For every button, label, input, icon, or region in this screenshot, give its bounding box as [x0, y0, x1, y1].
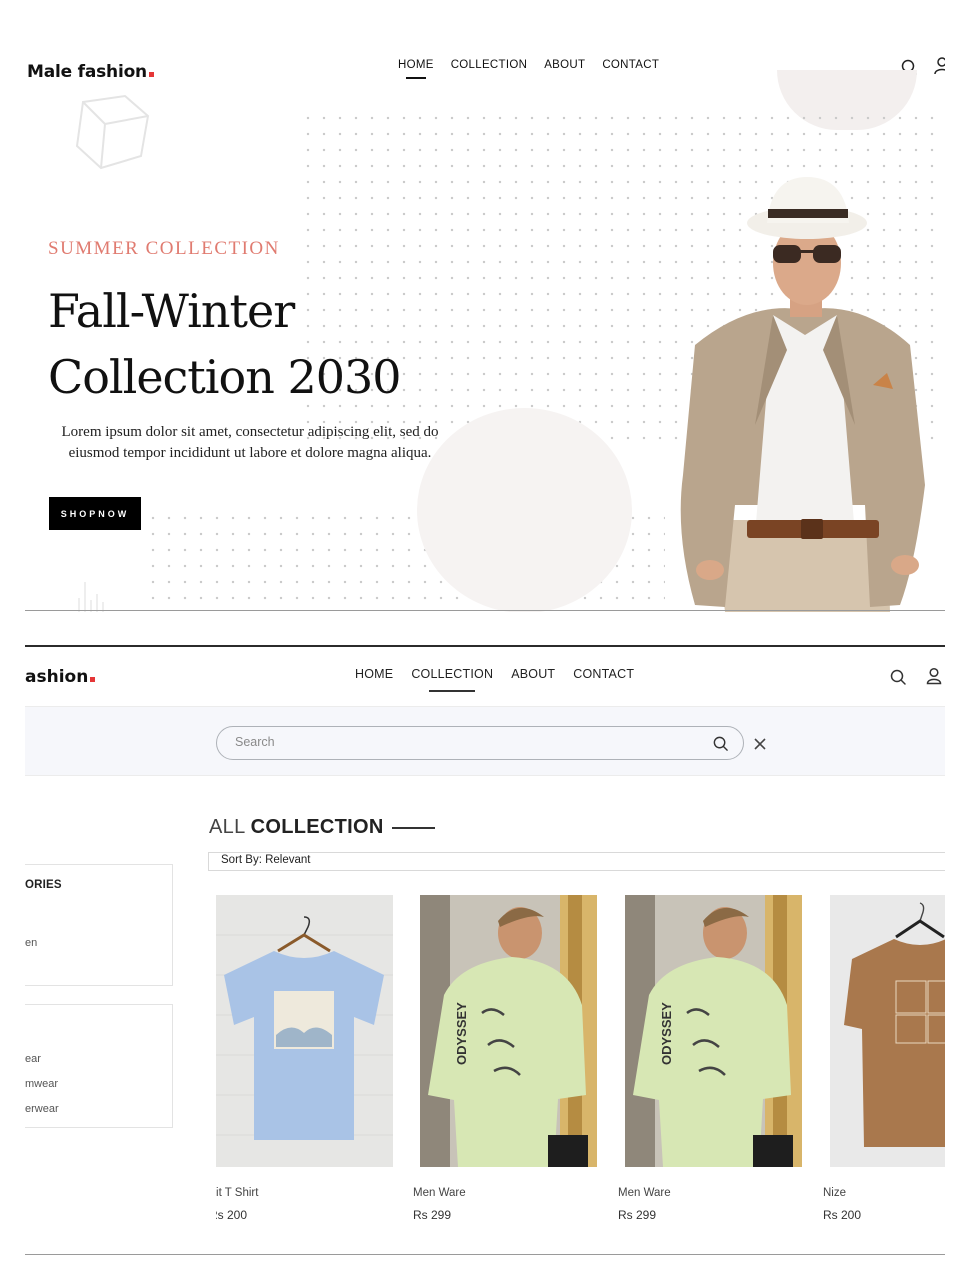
print-text: ODYSSEY	[659, 1002, 674, 1065]
print-text: ODYSSEY	[454, 1002, 469, 1065]
nav-collection[interactable]: COLLECTION	[411, 667, 493, 692]
close-icon[interactable]	[754, 738, 766, 750]
logo-dot	[90, 677, 96, 682]
product-image: ODYSSEY	[625, 895, 802, 1167]
sort-select[interactable]: Sort By: Relevant	[208, 852, 945, 871]
product-grid: Fit T Shirt Rs 200 ODYSSEY Men Ware Rs 2…	[216, 895, 945, 1225]
nav-home[interactable]: HOME	[355, 667, 393, 688]
product-card[interactable]: Nize Rs 200	[823, 895, 945, 1222]
product-card[interactable]: Fit T Shirt Rs 200	[216, 895, 393, 1222]
hero-title-line-2: Collection 2030	[48, 350, 402, 404]
product-price: Rs 200	[216, 1208, 248, 1222]
filters-sidebar: ORIES en ear mwear erwear	[25, 864, 173, 1128]
category-filter-box: ORIES en	[25, 864, 173, 986]
product-image	[216, 895, 393, 1167]
search-input[interactable]	[235, 735, 695, 749]
filter-option[interactable]: ear	[25, 1053, 41, 1065]
nav-about[interactable]: ABOUT	[511, 667, 555, 688]
nav-about[interactable]: ABOUT	[544, 59, 585, 77]
nav-home[interactable]: HOME	[398, 59, 434, 79]
hero-bottom-border	[25, 610, 945, 611]
brand-logo-cropped[interactable]: ashion	[25, 667, 96, 687]
nav-collection[interactable]: COLLECTION	[451, 59, 528, 77]
search-icon[interactable]	[712, 735, 729, 752]
filter-option[interactable]: en	[25, 937, 37, 949]
title-rule	[392, 827, 435, 829]
nav-contact[interactable]: CONTACT	[602, 59, 659, 77]
brand-logo[interactable]: Male fashion	[27, 62, 154, 82]
brand-name: Male fashion	[27, 62, 147, 82]
brand-name-partial: ashion	[25, 667, 89, 687]
product-image	[830, 895, 945, 1167]
product-image: ODYSSEY	[420, 895, 597, 1167]
collection-bottom-border	[25, 1254, 945, 1255]
collection-nav: HOME COLLECTION ABOUT CONTACT	[355, 667, 634, 692]
hero-kicker: SUMMER COLLECTION	[48, 238, 280, 259]
type-filter-box: ear mwear erwear	[25, 1004, 173, 1128]
section-title-light: ALL	[209, 816, 251, 838]
product-name: Fit T Shirt	[216, 1187, 259, 1199]
search-icon[interactable]	[889, 668, 907, 686]
product-name: Nize	[823, 1187, 847, 1199]
product-name: Men Ware	[413, 1187, 466, 1199]
main-nav: HOME COLLECTION ABOUT CONTACT	[398, 59, 659, 79]
filter-title: ORIES	[25, 879, 62, 891]
hero-description: Lorem ipsum dolor sit amet, consectetur …	[61, 424, 439, 461]
search-bar-section	[25, 706, 945, 776]
section-title: ALL COLLECTION	[209, 816, 384, 839]
hero-title: Fall-Winter Collection 2030	[48, 278, 402, 410]
product-price: Rs 200	[823, 1208, 862, 1222]
search-field[interactable]	[216, 726, 744, 760]
hero-section: Male fashion HOME COLLECTION ABOUT CONTA…	[25, 40, 945, 612]
hero-title-line-1: Fall-Winter	[48, 284, 295, 338]
nav-contact[interactable]: CONTACT	[573, 667, 634, 688]
filter-option[interactable]: mwear	[25, 1078, 58, 1090]
product-price: Rs 299	[413, 1208, 452, 1222]
shop-now-button[interactable]: SHOPNOW	[49, 497, 141, 530]
decor-lines	[78, 582, 104, 612]
user-icon[interactable]	[933, 57, 945, 75]
product-card[interactable]: ODYSSEY Men Ware Rs 299	[413, 895, 597, 1222]
product-card[interactable]: ODYSSEY Men Ware Rs 299	[618, 895, 802, 1222]
user-icon[interactable]	[925, 667, 943, 685]
section-title-bold: COLLECTION	[250, 816, 384, 838]
cube-outline-icon	[75, 94, 150, 170]
collection-top-border	[25, 645, 945, 647]
product-name: Men Ware	[618, 1187, 671, 1199]
product-price: Rs 299	[618, 1208, 657, 1222]
filter-option[interactable]: erwear	[25, 1103, 59, 1115]
hero-model-image	[680, 177, 925, 612]
logo-dot	[148, 72, 154, 77]
